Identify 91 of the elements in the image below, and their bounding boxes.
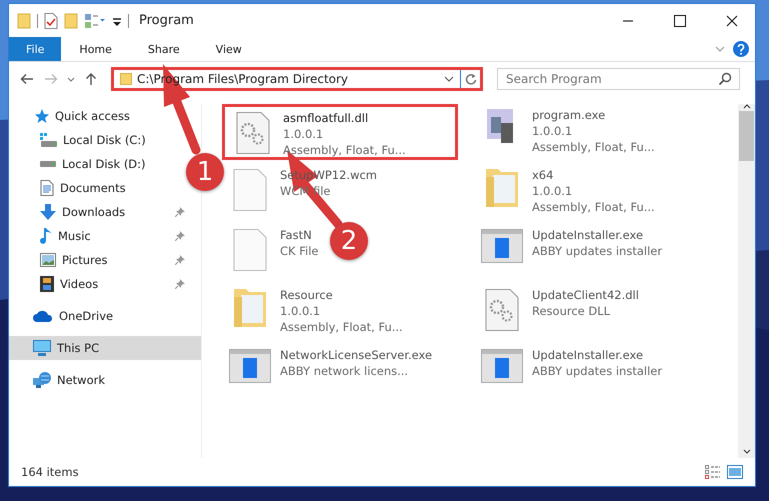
scroll-up-icon[interactable] — [742, 104, 750, 109]
help-icon[interactable] — [733, 41, 749, 57]
document-icon — [40, 180, 54, 196]
pin-icon[interactable] — [175, 255, 185, 265]
file-name: program.exe — [532, 107, 606, 123]
drive-icon — [40, 133, 57, 147]
gears-file-icon — [485, 289, 519, 331]
view-list-icon[interactable] — [84, 12, 106, 28]
pin-icon[interactable] — [175, 207, 185, 217]
up-arrow-icon — [85, 72, 97, 86]
file-name: asmfloatfull.dll — [283, 110, 370, 126]
folder-icon — [234, 289, 266, 327]
pin-icon[interactable] — [175, 279, 185, 289]
sidebar-item[interactable]: Downloads — [9, 200, 187, 224]
picture-icon — [40, 253, 56, 267]
file-detail: ABBY network licens... — [280, 363, 410, 379]
monitor-icon — [33, 340, 51, 356]
maximize-icon — [674, 14, 686, 26]
file-item[interactable]: FastN CK File — [222, 224, 324, 280]
ribbon-tab[interactable]: View — [198, 37, 260, 61]
folder-icon — [120, 73, 132, 85]
file-name: NetworkLicenseServer.exe — [280, 347, 432, 363]
file-item[interactable]: program.exe 1.0.0.1 Assembly, Float, Fu... — [474, 104, 661, 160]
file-item[interactable]: UpdateClient42.dll Resource DLL — [474, 284, 645, 340]
ribbon-tab[interactable]: Share — [130, 37, 198, 61]
window-app-icon — [229, 349, 271, 383]
file-name: x64 — [532, 167, 554, 183]
ribbon-tab[interactable]: Home — [61, 37, 130, 61]
large-icons-view-icon[interactable] — [727, 465, 743, 479]
properties-icon[interactable] — [44, 12, 58, 28]
file-detail: ABBY updates installer — [532, 243, 662, 259]
drive-icon — [40, 161, 56, 167]
sidebar-item[interactable]: OneDrive — [9, 304, 201, 328]
file-item[interactable]: x64 1.0.0.1 Assembly, Float, Fu... — [474, 164, 661, 220]
file-detail: ABBY updates installer — [532, 363, 662, 379]
sidebar-item[interactable]: This PC — [9, 336, 201, 360]
file-name: UpdateClient42.dll — [532, 287, 639, 303]
film-icon — [40, 276, 54, 292]
file-detail: Assembly, Float, Fu... — [532, 139, 655, 155]
chevron-down-icon[interactable] — [444, 76, 454, 82]
window-app-icon — [481, 229, 523, 263]
file-item[interactable]: UpdateInstaller.exe ABBY updates installer — [474, 224, 668, 280]
close-icon — [726, 14, 738, 26]
sidebar-item[interactable]: Documents — [9, 176, 187, 200]
file-detail: 1.0.0.1 — [283, 126, 324, 142]
file-detail: 1.0.0.1 — [280, 303, 322, 319]
file-detail: CK File — [280, 243, 318, 259]
ribbon-tab[interactable]: File — [9, 37, 62, 61]
back-arrow-icon — [20, 73, 34, 85]
blank-file-icon — [233, 169, 267, 211]
download-arrow-icon — [40, 204, 56, 220]
file-name: UpdateInstaller.exe — [532, 347, 644, 363]
minimize-icon — [622, 20, 634, 22]
file-name: Resource — [280, 287, 334, 303]
file-detail: 1.0.0.1 — [532, 183, 574, 199]
file-item[interactable]: Resource 1.0.0.1 Assembly, Float, Fu... — [222, 284, 409, 340]
pin-icon[interactable] — [175, 231, 185, 241]
chevron-down-icon — [67, 76, 75, 82]
file-detail: 1.0.0.1 — [532, 123, 574, 139]
sidebar-item[interactable]: Quick access — [9, 104, 201, 128]
file-detail: Resource DLL — [532, 303, 612, 319]
sidebar-item[interactable]: Music — [9, 224, 187, 248]
file-detail: Assembly, Float, Fu... — [283, 142, 406, 158]
window-app-icon — [481, 349, 523, 383]
star-icon — [33, 108, 49, 124]
search-field[interactable]: Search Program — [497, 68, 740, 90]
music-note-icon — [40, 228, 52, 244]
file-name: FastN — [280, 227, 313, 243]
scrollbar-thumb[interactable] — [739, 111, 754, 161]
sidebar-item[interactable]: Pictures — [9, 248, 187, 272]
scroll-down-icon[interactable] — [742, 449, 750, 454]
file-item[interactable]: NetworkLicenseServer.exe ABBY network licens... — [222, 344, 438, 400]
blank-file-icon — [233, 229, 267, 271]
sidebar-item[interactable]: Local Disk (C:) — [9, 128, 187, 152]
file-item[interactable]: UpdateInstaller.exe ABBY updates installer — [474, 344, 668, 400]
file-item[interactable]: asmfloatfull.dll 1.0.0.1 Assembly, Float, Fu... — [222, 104, 458, 160]
file-name: UpdateInstaller.exe — [532, 227, 644, 243]
refresh-icon — [464, 73, 476, 85]
file-detail: Assembly, Float, Fu... — [280, 319, 403, 335]
forward-arrow-icon — [44, 73, 58, 85]
item-count: 164 items — [21, 465, 80, 479]
gears-file-icon — [236, 112, 270, 154]
cloud-icon — [33, 310, 53, 322]
sidebar-item[interactable]: Videos — [9, 272, 187, 296]
details-view-icon[interactable] — [705, 465, 721, 479]
network-icon — [33, 372, 51, 388]
window-title: Program — [138, 13, 195, 28]
folder-icon — [486, 169, 518, 207]
sidebar-item[interactable]: Network — [9, 368, 201, 392]
file-detail: Assembly, Float, Fu... — [532, 199, 655, 215]
sidebar-item[interactable]: Local Disk (D:) — [9, 152, 187, 176]
